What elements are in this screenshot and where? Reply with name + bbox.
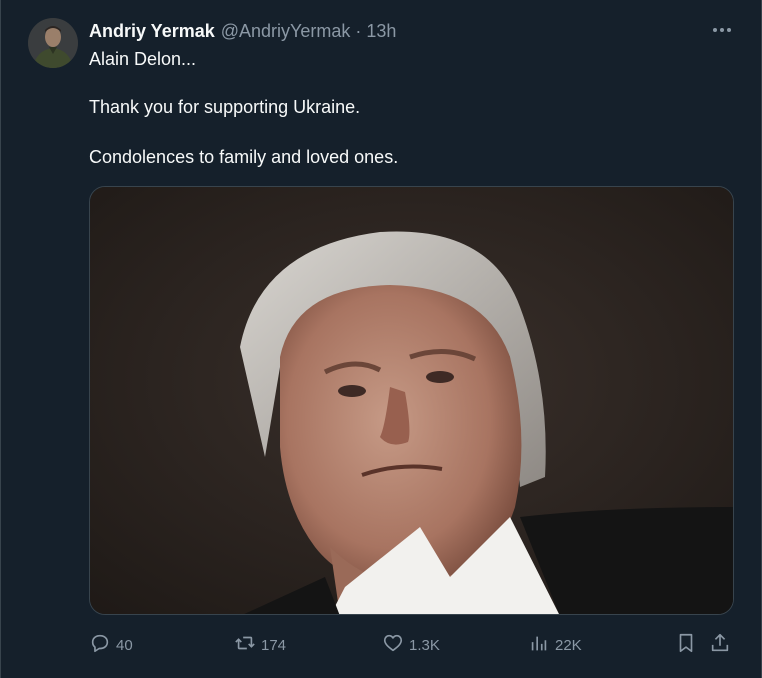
more-icon[interactable]	[711, 20, 733, 40]
bookmark-icon	[675, 632, 697, 658]
bookmark-button[interactable]	[675, 632, 697, 658]
author-handle[interactable]: @AndriyYermak	[221, 21, 351, 42]
like-count: 1.3K	[409, 636, 440, 654]
separator-dot: ·	[355, 20, 362, 41]
retweet-count: 174	[261, 636, 287, 654]
share-icon	[709, 632, 731, 658]
like-button[interactable]: 1.3K	[382, 632, 440, 658]
views-button[interactable]: 22K	[528, 632, 582, 658]
avatar[interactable]	[28, 18, 78, 68]
tweet-text-line-1: Alain Delon...	[89, 49, 197, 69]
reply-count: 40	[116, 636, 133, 654]
heart-icon	[382, 632, 404, 658]
tweet-card: Andriy Yermak @AndriyYermak · 13h Alain …	[0, 0, 762, 678]
author-name[interactable]: Andriy Yermak	[89, 21, 215, 42]
share-button[interactable]	[709, 632, 731, 658]
tweet-text-line-3: Condolences to family and loved ones.	[89, 147, 399, 167]
tweet-text-line-2: Thank you for supporting Ukraine.	[89, 97, 361, 117]
retweet-button[interactable]: 174	[234, 632, 286, 658]
reply-icon	[89, 632, 111, 658]
tweet-actions: 40 174 1.3K 22K	[89, 632, 734, 658]
reply-button[interactable]: 40	[89, 632, 133, 658]
tweet-photo[interactable]	[89, 186, 734, 615]
views-icon	[528, 632, 550, 658]
timestamp[interactable]: 13h	[366, 21, 396, 42]
tweet-header: Andriy Yermak @AndriyYermak · 13h	[89, 19, 396, 43]
retweet-icon	[234, 632, 256, 658]
views-count: 22K	[555, 636, 582, 654]
